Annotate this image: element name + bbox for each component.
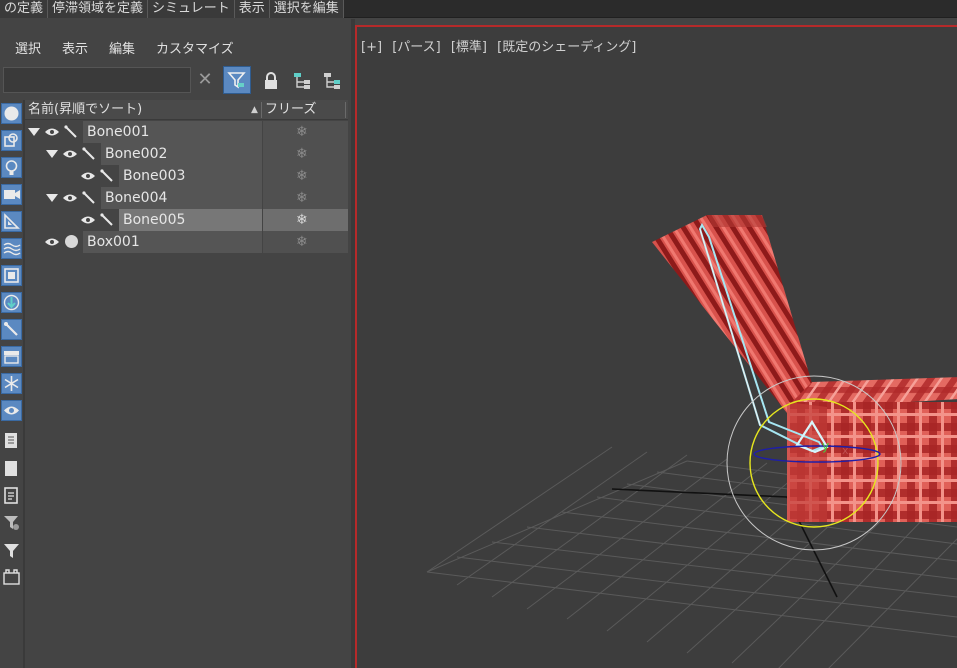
helper-icon[interactable] xyxy=(1,211,22,232)
group-icon[interactable] xyxy=(1,265,22,286)
tree-row-label: Bone002 xyxy=(105,146,168,162)
close-icon[interactable]: ✕ xyxy=(193,67,217,93)
tree-row-label: Bone004 xyxy=(105,190,168,206)
eye-icon[interactable] xyxy=(80,170,96,182)
sort-ascending-icon: ▲ xyxy=(251,105,258,115)
snowflake-icon[interactable]: ❄ xyxy=(296,234,308,250)
gizmo-y-label: y xyxy=(822,439,829,453)
menu-item-simulate[interactable]: シミュレート xyxy=(148,0,235,18)
list-icon[interactable] xyxy=(1,485,22,506)
expand-arrow-icon[interactable] xyxy=(46,194,58,202)
expand-arrow-icon[interactable] xyxy=(46,150,58,158)
viewport-scene[interactable]: y x xyxy=(357,27,957,668)
filter-settings-icon[interactable] xyxy=(1,512,22,533)
lock-icon[interactable] xyxy=(262,71,280,91)
viewport-menu-standard[interactable]: [標準] xyxy=(451,40,487,55)
shapes-icon[interactable] xyxy=(1,130,22,151)
bone-icon xyxy=(100,213,113,226)
viewport-menu-perspective[interactable]: [パース] xyxy=(392,40,441,55)
tree-row-bone003[interactable]: Bone003 ❄ xyxy=(25,165,348,187)
freeze-cell[interactable]: ❄ xyxy=(263,121,348,143)
eye-icon[interactable] xyxy=(44,126,60,138)
tree-header: 名前(昇順でソート) ▲ フリーズ xyxy=(25,100,348,120)
eye-icon[interactable] xyxy=(62,192,78,204)
tree-row-bone002[interactable]: Bone002 ❄ xyxy=(25,143,348,165)
eye-icon[interactable] xyxy=(80,214,96,226)
expand-arrow-icon[interactable] xyxy=(28,128,40,136)
tree-row-label: Bone001 xyxy=(87,124,150,140)
freeze-cell[interactable]: ❄ xyxy=(263,143,348,165)
search-input[interactable] xyxy=(3,67,191,93)
explorer-menu-customize[interactable]: カスタマイズ xyxy=(156,39,234,61)
bone-icon xyxy=(82,191,95,204)
menu-bar: の定義 停滞領域を定義 シミュレート 表示 選択を編集 xyxy=(0,0,957,18)
menu-item-define-rest-region[interactable]: 停滞領域を定義 xyxy=(48,0,149,18)
geometry-icon xyxy=(65,235,78,248)
tree-row-label: Box001 xyxy=(87,234,140,250)
layer-icon[interactable] xyxy=(1,430,22,451)
grid-axis-x xyxy=(611,488,788,498)
tree-row-label: Bone005 xyxy=(123,212,186,228)
freeze-cell[interactable]: ❄ xyxy=(263,165,348,187)
tree-row-bone005[interactable]: Bone005 ❄ xyxy=(25,209,348,231)
square-icon[interactable] xyxy=(1,458,22,479)
container-icon[interactable] xyxy=(1,346,22,367)
freeze-cell[interactable]: ❄ xyxy=(263,187,348,209)
menu-item-define[interactable]: の定義 xyxy=(0,0,49,18)
gizmo-x-label: x xyxy=(842,444,849,457)
bone-icon xyxy=(64,125,77,138)
explorer-menu-edit[interactable]: 編集 xyxy=(109,39,135,61)
snowflake-icon[interactable]: ❄ xyxy=(296,146,308,162)
tree-row-label: Bone003 xyxy=(123,168,186,184)
column-divider xyxy=(261,102,262,118)
spacewarp-icon[interactable] xyxy=(1,238,22,259)
explorer-menu: 選択 表示 編集 カスタマイズ xyxy=(0,39,240,61)
menu-item-edit-selection[interactable]: 選択を編集 xyxy=(269,0,344,18)
freeze-cell[interactable]: ❄ xyxy=(263,209,348,231)
tree-row-box001[interactable]: Box001 ❄ xyxy=(25,231,348,253)
filter-icon[interactable] xyxy=(1,540,22,561)
hierarchy-icon[interactable] xyxy=(292,71,312,91)
viewport-label: [+] [パース] [標準] [既定のシェーディング] xyxy=(361,36,642,55)
snowflake-icon[interactable]: ❄ xyxy=(296,124,308,140)
container-outline-icon[interactable] xyxy=(1,567,22,588)
eye-icon[interactable] xyxy=(1,400,22,421)
filter-icon[interactable] xyxy=(223,66,251,94)
menu-item-display[interactable]: 表示 xyxy=(234,0,270,18)
bone-icon xyxy=(100,169,113,182)
column-freeze-header[interactable]: フリーズ xyxy=(265,100,316,120)
explorer-menu-select[interactable]: 選択 xyxy=(15,39,41,61)
perspective-viewport[interactable]: y x [+] [パース] [標準] [既定のシェーディング] xyxy=(355,25,957,668)
explorer-menu-display[interactable]: 表示 xyxy=(62,39,88,61)
viewport-menu-plus[interactable]: [+] xyxy=(361,40,382,55)
snowflake-icon[interactable]: ❄ xyxy=(296,168,308,184)
explorer-side-toolbar xyxy=(0,100,23,668)
viewport-menu-shading[interactable]: [既定のシェーディング] xyxy=(497,40,636,55)
light-icon[interactable] xyxy=(1,157,22,178)
hierarchy-link-icon[interactable] xyxy=(322,71,342,91)
tree-row-bone004[interactable]: Bone004 ❄ xyxy=(25,187,348,209)
column-divider xyxy=(345,102,346,118)
snowflake-icon[interactable]: ❄ xyxy=(296,212,308,228)
snowflake-icon[interactable]: ❄ xyxy=(296,190,308,206)
camera-icon[interactable] xyxy=(1,184,22,205)
eye-icon[interactable] xyxy=(44,236,60,248)
xref-icon[interactable] xyxy=(1,292,22,313)
freeze-cell[interactable]: ❄ xyxy=(263,231,348,253)
sphere-icon[interactable] xyxy=(1,103,22,124)
freeze-icon[interactable] xyxy=(1,373,22,394)
eye-icon[interactable] xyxy=(62,148,78,160)
tree-row-bone001[interactable]: Bone001 ❄ xyxy=(25,121,348,143)
bone-icon[interactable] xyxy=(1,319,22,340)
bone-icon xyxy=(82,147,95,160)
scene-explorer: 選択 表示 編集 カスタマイズ ✕ 名前(昇順でソート) ▲ フリーズ Bone… xyxy=(0,19,351,668)
column-name-header[interactable]: 名前(昇順でソート) xyxy=(28,100,142,120)
